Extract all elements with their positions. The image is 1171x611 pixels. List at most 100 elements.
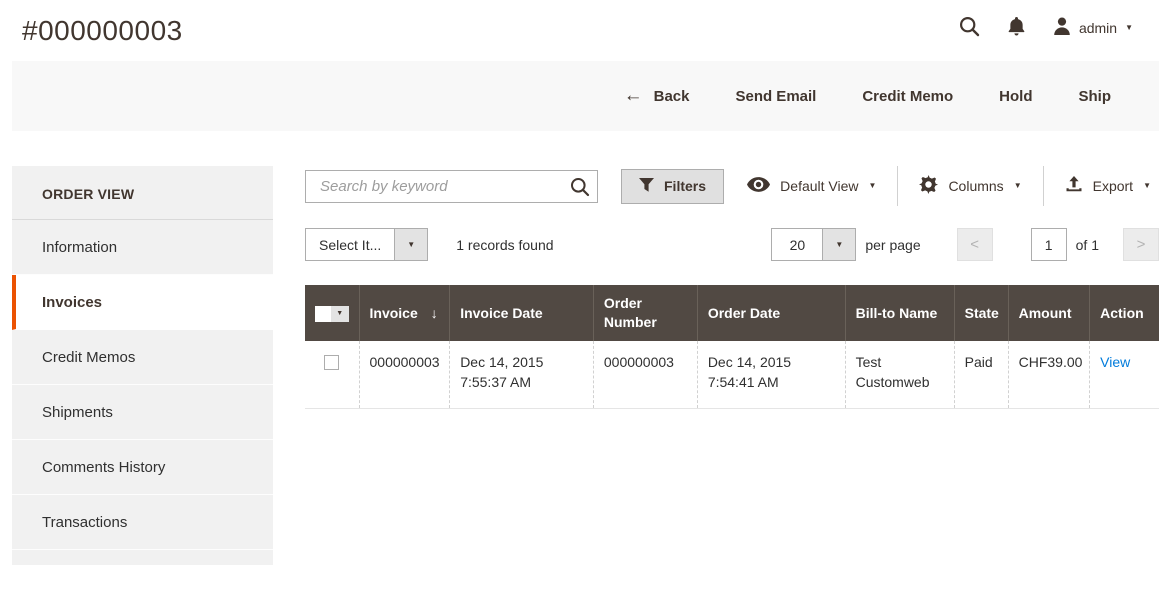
column-label: Order Date <box>708 305 780 321</box>
grid-controls-row: Select It... ▼ 1 records found 20 ▼ per … <box>305 228 1159 261</box>
filters-label: Filters <box>664 178 706 194</box>
amount-cell: CHF39.00 <box>1008 341 1090 408</box>
search-input[interactable] <box>305 170 598 203</box>
hold-button[interactable]: Hold <box>999 88 1032 105</box>
mass-action-label: Select It... <box>305 228 395 261</box>
search-submit-button[interactable] <box>568 175 592 202</box>
action-cell: View <box>1090 341 1159 408</box>
table-row: 000000003 Dec 14, 2015 7:55:37 AM 000000… <box>305 341 1159 408</box>
username: admin <box>1079 20 1117 36</box>
chevron-down-icon: ▼ <box>407 241 415 249</box>
invoice-date-cell: Dec 14, 2015 7:55:37 AM <box>450 341 594 408</box>
chevron-right-icon: > <box>1137 236 1146 253</box>
column-label: Order Number <box>604 295 657 330</box>
global-search-button[interactable] <box>959 16 980 40</box>
chevron-down-icon: ▼ <box>869 182 877 190</box>
ship-label: Ship <box>1079 88 1112 105</box>
page-header: #000000003 admin ▼ <box>0 0 1171 57</box>
per-page-label: per page <box>865 237 920 253</box>
column-label: Action <box>1100 305 1144 321</box>
filter-icon <box>639 178 654 195</box>
mass-action-caret-button[interactable]: ▼ <box>395 228 428 261</box>
user-menu[interactable]: admin ▼ <box>1053 17 1133 38</box>
send-email-button[interactable]: Send Email <box>735 88 816 105</box>
export-label: Export <box>1093 178 1133 194</box>
view-invoice-link[interactable]: View <box>1100 354 1130 370</box>
sidebar-item-invoices[interactable]: Invoices <box>12 275 273 330</box>
chevron-down-icon: ▼ <box>1143 182 1151 190</box>
back-label: Back <box>654 88 690 105</box>
total-pages-label: of 1 <box>1076 237 1099 253</box>
chevron-down-icon: ▼ <box>1014 182 1022 190</box>
column-header-state[interactable]: State <box>954 285 1008 341</box>
per-page-value: 20 <box>771 228 823 261</box>
bell-icon <box>1008 17 1025 39</box>
view-selector[interactable]: Default View ▼ <box>726 166 897 206</box>
column-header-amount[interactable]: Amount <box>1008 285 1090 341</box>
select-all-dropdown-button[interactable]: ▼ <box>331 306 349 322</box>
columns-selector[interactable]: Columns ▼ <box>898 166 1042 206</box>
export-button[interactable]: Export ▼ <box>1044 166 1159 206</box>
order-view-sidebar: ORDER VIEW Information Invoices Credit M… <box>12 166 273 565</box>
account-icon <box>1053 17 1071 38</box>
per-page-select[interactable]: 20 ▼ <box>771 228 856 261</box>
view-controls: Default View ▼ Columns ▼ Export <box>726 166 1159 206</box>
notifications-button[interactable] <box>1008 17 1025 39</box>
eye-icon <box>747 177 770 195</box>
row-select-cell <box>305 341 359 408</box>
column-label: Bill-to Name <box>856 305 938 321</box>
column-label: Invoice Date <box>460 305 542 321</box>
credit-memo-label: Credit Memo <box>862 88 953 105</box>
column-header-order-date[interactable]: Order Date <box>697 285 845 341</box>
keyword-search <box>305 170 598 203</box>
sidebar-item-information[interactable]: Information <box>12 220 273 275</box>
export-icon <box>1065 176 1083 196</box>
per-page-caret-button[interactable]: ▼ <box>823 228 856 261</box>
column-label: State <box>965 305 999 321</box>
sidebar-item-comments-history[interactable]: Comments History <box>12 440 273 495</box>
order-action-bar: ← Back Send Email Credit Memo Hold Ship <box>12 61 1159 131</box>
chevron-down-icon: ▼ <box>1125 24 1133 32</box>
content: ORDER VIEW Information Invoices Credit M… <box>12 166 1159 565</box>
gear-icon <box>919 175 938 197</box>
chevron-down-icon: ▼ <box>835 241 843 249</box>
mass-action-select[interactable]: Select It... ▼ <box>305 228 428 261</box>
back-button[interactable]: ← Back <box>624 87 690 106</box>
page-number-input[interactable] <box>1031 228 1067 261</box>
column-label: Invoice <box>370 305 418 321</box>
send-email-label: Send Email <box>735 88 816 105</box>
search-icon <box>959 16 980 40</box>
filters-button[interactable]: Filters <box>621 169 724 204</box>
view-label: Default View <box>780 178 858 194</box>
page-title: #000000003 <box>22 15 183 47</box>
search-icon <box>570 185 590 200</box>
sidebar-item-credit-memos[interactable]: Credit Memos <box>12 330 273 385</box>
column-header-bill-to-name[interactable]: Bill-to Name <box>845 285 954 341</box>
select-all-header: ▼ <box>305 285 359 341</box>
prev-page-button[interactable]: < <box>957 228 993 261</box>
hold-label: Hold <box>999 88 1032 105</box>
ship-button[interactable]: Ship <box>1079 88 1112 105</box>
sidebar-nav: Information Invoices Credit Memos Shipme… <box>12 220 273 550</box>
order-date-cell: Dec 14, 2015 7:54:41 AM <box>697 341 845 408</box>
column-header-order-number[interactable]: Order Number <box>593 285 697 341</box>
sidebar-item-transactions[interactable]: Transactions <box>12 495 273 550</box>
back-arrow-icon: ← <box>624 86 643 105</box>
invoice-cell: 000000003 <box>359 341 450 408</box>
order-number-cell: 000000003 <box>593 341 697 408</box>
select-all-control: ▼ <box>315 306 349 322</box>
sidebar-item-shipments[interactable]: Shipments <box>12 385 273 440</box>
column-header-invoice[interactable]: Invoice ↓ <box>359 285 450 341</box>
records-found: 1 records found <box>456 237 553 253</box>
row-checkbox[interactable] <box>324 355 339 370</box>
sidebar-title: ORDER VIEW <box>12 166 273 220</box>
grid-toolbar: Filters Default View ▼ Columns ▼ <box>305 166 1159 206</box>
column-header-action[interactable]: Action <box>1090 285 1159 341</box>
pagination: 20 ▼ per page < of 1 > <box>771 228 1159 261</box>
next-page-button[interactable]: > <box>1123 228 1159 261</box>
credit-memo-button[interactable]: Credit Memo <box>862 88 953 105</box>
select-all-checkbox[interactable] <box>315 306 331 322</box>
column-header-invoice-date[interactable]: Invoice Date <box>450 285 594 341</box>
column-label: Amount <box>1019 305 1072 321</box>
sort-desc-icon: ↓ <box>431 305 438 321</box>
